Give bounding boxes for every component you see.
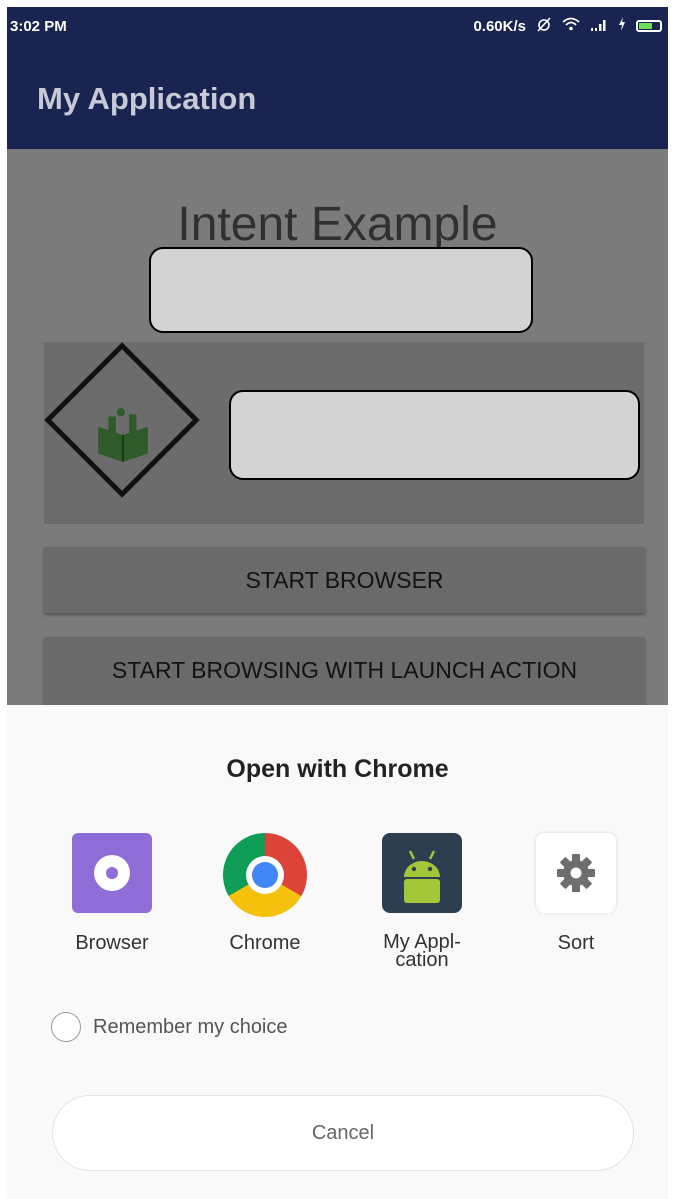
wifi-icon — [562, 17, 580, 35]
battery-icon — [636, 20, 662, 32]
start-browser-button[interactable]: START BROWSER — [44, 547, 645, 613]
status-indicators: 0.60K/s — [473, 16, 662, 36]
redaction-box — [149, 247, 533, 333]
page-title: Intent Example — [177, 198, 498, 251]
android-icon — [382, 833, 462, 913]
app-bar: My Application — [7, 45, 668, 149]
alarm-off-icon — [536, 16, 552, 36]
book-icon — [98, 408, 148, 462]
app-title: My Application — [37, 81, 257, 116]
gear-icon — [536, 833, 616, 913]
launch-action-button[interactable]: START BROWSING WITH LAUNCH ACTION — [44, 637, 645, 705]
app-option-browser[interactable]: Browser — [42, 833, 182, 953]
browser-icon — [72, 833, 152, 913]
app-label: Chrome — [229, 932, 301, 954]
redaction-box — [229, 390, 640, 480]
chooser-title: Open with Chrome — [226, 755, 449, 783]
app-option-chrome[interactable]: Chrome — [195, 833, 335, 953]
app-label: Sort — [557, 932, 595, 954]
network-speed: 0.60K/s — [473, 17, 526, 35]
app-label: Browser — [75, 932, 149, 954]
remember-choice-checkbox[interactable]: Remember my choice — [51, 1012, 288, 1042]
signal-icon — [590, 17, 608, 35]
phone-screen: 3:02 PM 0.60K/s My Application Intent Ex… — [7, 7, 668, 1199]
app-option-sort[interactable]: Sort — [506, 833, 646, 953]
status-time: 3:02 PM — [10, 18, 67, 35]
chooser-sheet: Open with Chrome Browser Chrome My Appl-… — [7, 705, 668, 1199]
activity-content: Intent Example START BROWSER START BROWS… — [7, 149, 668, 705]
cancel-button[interactable]: Cancel — [52, 1095, 634, 1171]
radio-circle-icon[interactable] — [51, 1012, 81, 1042]
status-bar: 3:02 PM 0.60K/s — [7, 7, 668, 45]
chrome-icon — [223, 833, 307, 917]
app-label: My Appl- cation — [383, 931, 461, 971]
remember-choice-label: Remember my choice — [93, 1015, 288, 1038]
app-option-my-application[interactable]: My Appl- cation — [352, 833, 492, 971]
charging-icon — [618, 17, 626, 35]
